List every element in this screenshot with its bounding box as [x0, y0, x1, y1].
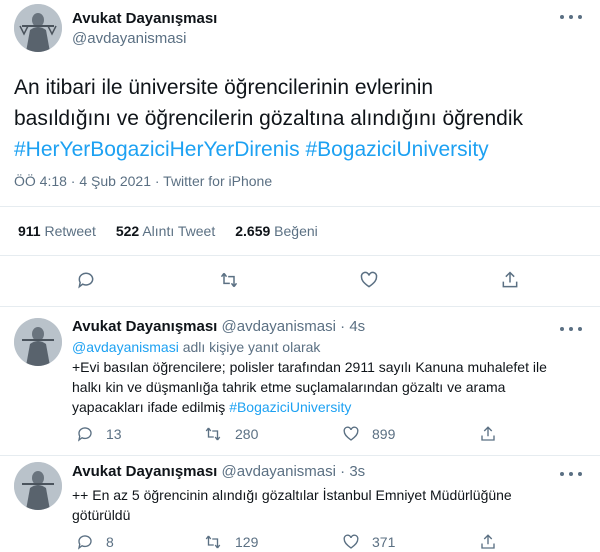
more-icon[interactable] [560, 10, 582, 24]
more-icon[interactable] [560, 322, 582, 336]
reply-header: Avukat Dayanışması @avdayanismasi · 3s [72, 463, 365, 480]
reply-button[interactable]: 13 [76, 425, 122, 443]
reply-icon [77, 535, 92, 550]
reply-icon [78, 272, 94, 289]
divider [0, 255, 600, 256]
like-icon [360, 271, 378, 288]
like-icon [343, 426, 359, 441]
tweet-text-line: yapacakları ifade edilmiş [72, 399, 226, 415]
tweet-meta[interactable]: ÖÖ 4:18 · 4 Şub 2021 · Twitter for iPhon… [14, 173, 272, 189]
reply-header: Avukat Dayanışması @avdayanismasi · 4s [72, 318, 365, 335]
likes-count: 2.659 [235, 223, 271, 239]
share-button[interactable] [500, 270, 520, 290]
retweet-icon [205, 535, 221, 549]
tweet-text-line: ++ En az 5 öğrencinin alındığı gözaltıla… [72, 487, 512, 503]
separator-dot: · [340, 318, 346, 335]
reply-count: 8 [106, 534, 114, 550]
tweet-stats: 911 Retweet 522 Alıntı Tweet 2.659 Beğen… [18, 223, 318, 239]
avatar[interactable] [14, 4, 62, 52]
reply-icon [77, 427, 92, 442]
retweet-count: 280 [235, 426, 259, 442]
hashtag-link[interactable]: #BogaziciUniversity [305, 138, 488, 161]
like-count: 371 [372, 534, 396, 550]
like-button[interactable] [359, 270, 379, 290]
author-handle[interactable]: @avdayanismasi [72, 30, 186, 47]
hashtag-link[interactable]: #HerYerBogaziciHerYerDirenis [14, 138, 300, 161]
retweet-icon [205, 427, 221, 441]
reply-button[interactable]: 8 [76, 533, 114, 551]
share-icon [502, 271, 518, 288]
tweet-text-line: götürüldü [72, 507, 131, 523]
tweet-text: An itibari ile üniversite öğrencilerinin… [14, 72, 523, 165]
author-name[interactable]: Avukat Dayanışması [72, 318, 217, 335]
tweet-text-line: halkı kin ve düşmanlığa tahrik etme suçl… [72, 379, 506, 395]
retweets-stat[interactable]: 911 Retweet [18, 223, 96, 239]
like-button[interactable]: 899 [342, 425, 395, 443]
avatar[interactable] [14, 318, 62, 366]
tweet-text: +Evi basılan öğrencilere; polisler taraf… [72, 357, 547, 417]
tweet-text-line: +Evi basılan öğrencilere; polisler taraf… [72, 359, 547, 375]
tweet-time[interactable]: 4s [349, 318, 365, 335]
reply-button[interactable] [76, 270, 96, 290]
retweet-button[interactable]: 129 [203, 533, 258, 551]
share-icon [481, 426, 495, 441]
reply-context: @avdayanismasi adlı kişiye yanıt olarak [72, 339, 320, 355]
author-handle[interactable]: @avdayanismasi [222, 318, 336, 335]
retweets-count: 911 [18, 223, 41, 239]
divider [0, 306, 600, 307]
tweet-time[interactable]: 3s [349, 463, 365, 480]
share-icon [481, 534, 495, 549]
author-name[interactable]: Avukat Dayanışması [72, 10, 217, 27]
retweet-button[interactable]: 280 [203, 425, 258, 443]
retweet-button[interactable] [218, 270, 240, 290]
quotes-label: Alıntı Tweet [142, 223, 216, 239]
hashtag-link[interactable]: #BogaziciUniversity [229, 399, 351, 415]
divider [0, 206, 600, 207]
avatar[interactable] [14, 462, 62, 510]
reply-context-text: adlı kişiye yanıt olarak [182, 339, 321, 355]
share-button[interactable] [479, 425, 497, 443]
more-icon[interactable] [560, 467, 582, 481]
avatar-statue-icon [14, 4, 62, 52]
mention-link[interactable]: @avdayanismasi [72, 339, 179, 355]
like-button[interactable]: 371 [342, 533, 395, 551]
like-count: 899 [372, 426, 396, 442]
separator-dot: · [340, 463, 346, 480]
share-button[interactable] [479, 533, 497, 551]
quotes-count: 522 [115, 223, 140, 239]
avatar-statue-icon [14, 318, 62, 366]
likes-label: Beğeni [274, 223, 318, 239]
avatar-statue-icon [14, 462, 62, 510]
quotes-stat[interactable]: 522 Alıntı Tweet [116, 223, 215, 239]
reply-count: 13 [106, 426, 122, 442]
retweet-icon [220, 272, 238, 288]
tweet-text-line: An itibari ile üniversite öğrencilerinin… [14, 76, 434, 99]
author-name[interactable]: Avukat Dayanışması [72, 463, 217, 480]
author-handle[interactable]: @avdayanismasi [222, 463, 336, 480]
tweet-text-line: basıldığını ve öğrencilerin gözaltına al… [14, 107, 523, 130]
likes-stat[interactable]: 2.659 Beğeni [235, 223, 318, 239]
retweet-count: 129 [235, 534, 259, 550]
divider [0, 455, 600, 456]
like-icon [343, 534, 359, 549]
retweets-label: Retweet [44, 223, 96, 239]
tweet-text: ++ En az 5 öğrencinin alındığı gözaltıla… [72, 485, 512, 525]
